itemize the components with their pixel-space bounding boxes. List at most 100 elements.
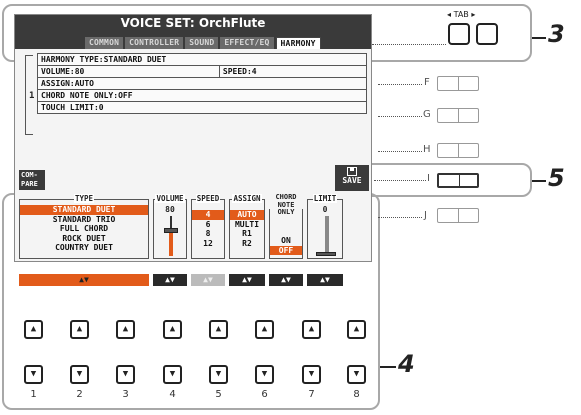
save-button[interactable]: SAVE — [335, 165, 369, 191]
assign-option[interactable]: AUTO — [230, 210, 264, 220]
assign-arrow-bar[interactable]: ▲▼ — [229, 274, 265, 286]
speed-group[interactable]: SPEED 4 6 8 12 — [191, 194, 225, 259]
side-button-f[interactable] — [437, 76, 479, 91]
callout-line-g — [378, 116, 422, 117]
callout-line-4 — [380, 366, 396, 368]
speed-option[interactable]: 4 — [192, 210, 224, 220]
chord-note-only-title: CHORD NOTE ONLY — [270, 193, 302, 217]
limit-title: LIMIT — [312, 194, 338, 203]
down-button-1[interactable]: ▼ — [24, 365, 43, 384]
up-button-7[interactable]: ▲ — [302, 320, 321, 339]
type-option[interactable]: ROCK DUET — [20, 234, 148, 244]
disk-icon — [347, 167, 357, 176]
callout-number-3: 3 — [548, 20, 565, 48]
tab-sound[interactable]: SOUND — [185, 37, 219, 49]
volume-arrow-bar[interactable]: ▲▼ — [153, 274, 187, 286]
side-label-h: H — [423, 144, 431, 155]
down-button-3[interactable]: ▼ — [116, 365, 135, 384]
tab-left-button[interactable] — [448, 23, 470, 45]
down-button-8[interactable]: ▼ — [347, 365, 366, 384]
chord-note-only-cell: CHORD NOTE ONLY:OFF — [37, 89, 367, 102]
up-button-1[interactable]: ▲ — [24, 320, 43, 339]
assign-option[interactable]: R2 — [230, 239, 264, 249]
type-option[interactable]: STANDARD TRIO — [20, 215, 148, 225]
volume-slider-knob[interactable] — [164, 227, 178, 233]
limit-value: 0 — [322, 205, 328, 214]
limit-slider-track[interactable] — [325, 216, 329, 256]
side-button-i[interactable] — [437, 173, 479, 188]
chord-note-only-arrow-bar[interactable]: ▲▼ — [269, 274, 303, 286]
limit-slider-knob[interactable] — [316, 252, 336, 256]
harmony-panel: TYPE STANDARD DUET STANDARD TRIO FULL CH… — [19, 193, 369, 261]
button-number-label: 1 — [30, 389, 37, 400]
down-button-5[interactable]: ▼ — [209, 365, 228, 384]
down-button-6[interactable]: ▼ — [255, 365, 274, 384]
down-button-7[interactable]: ▼ — [302, 365, 321, 384]
tab-common[interactable]: COMMON — [85, 37, 124, 49]
tab-effect-eq[interactable]: EFFECT/EQ — [220, 37, 274, 49]
type-option[interactable]: COUNTRY DUET — [20, 243, 148, 253]
compare-button[interactable]: COM- PARE — [19, 170, 45, 190]
touch-limit-cell: TOUCH LIMIT:0 — [37, 101, 367, 114]
assign-group[interactable]: ASSIGN AUTO MULTI R1 R2 — [229, 194, 265, 259]
side-button-h[interactable] — [437, 143, 479, 158]
tab-controller[interactable]: CONTROLLER — [125, 37, 184, 49]
assign-option[interactable]: MULTI — [230, 220, 264, 230]
speed-arrow-bar[interactable]: ▲▼ — [191, 274, 225, 286]
row-number: 1 — [29, 91, 35, 101]
down-button-4[interactable]: ▼ — [163, 365, 182, 384]
button-number-label: 3 — [122, 389, 129, 400]
tab-left-arrow-icon: ◂ — [447, 10, 452, 19]
type-group[interactable]: TYPE STANDARD DUET STANDARD TRIO FULL CH… — [19, 194, 149, 259]
lcd-screen: VOICE SET: OrchFlute COMMON CONTROLLER S… — [14, 14, 372, 262]
type-arrow-bar[interactable]: ▲▼ — [19, 274, 149, 286]
speed-cell: SPEED:4 — [218, 65, 368, 78]
chord-note-only-group[interactable]: CHORD NOTE ONLY ON OFF — [269, 193, 303, 259]
callout-line-tabs — [372, 44, 446, 45]
type-title: TYPE — [73, 194, 95, 203]
up-button-2[interactable]: ▲ — [70, 320, 89, 339]
callout-line-j — [378, 217, 422, 218]
speed-title: SPEED — [195, 194, 221, 203]
up-button-6[interactable]: ▲ — [255, 320, 274, 339]
button-number-label: 7 — [308, 389, 315, 400]
callout-line-h — [378, 151, 422, 152]
up-button-3[interactable]: ▲ — [116, 320, 135, 339]
up-button-5[interactable]: ▲ — [209, 320, 228, 339]
button-number-label: 2 — [76, 389, 83, 400]
assign-cell: ASSIGN:AUTO — [37, 77, 367, 90]
save-label: SAVE — [342, 176, 362, 185]
speed-option[interactable]: 12 — [192, 239, 224, 249]
down-button-2[interactable]: ▼ — [70, 365, 89, 384]
callout-number-5: 5 — [548, 164, 565, 192]
chord-note-only-option[interactable]: OFF — [270, 245, 302, 255]
side-button-j[interactable] — [437, 208, 479, 223]
callout-line-i — [374, 180, 426, 181]
button-number-label: 4 — [169, 389, 176, 400]
callout-line-3 — [532, 37, 546, 39]
assign-option[interactable]: R1 — [230, 229, 264, 239]
parameter-table: HARMONY TYPE:STANDARD DUET VOLUME:80 SPE… — [37, 53, 368, 114]
tab-harmony[interactable]: HARMONY — [275, 37, 321, 49]
side-label-i: I — [427, 173, 430, 184]
button-number-label: 6 — [261, 389, 268, 400]
volume-title: VOLUME — [155, 194, 185, 203]
up-button-4[interactable]: ▲ — [163, 320, 182, 339]
limit-group[interactable]: LIMIT 0 — [307, 194, 343, 259]
type-option[interactable]: FULL CHORD — [20, 224, 148, 234]
tab-bar: COMMON CONTROLLER SOUND EFFECT/EQ HARMON… — [85, 37, 321, 49]
side-label-g: G — [423, 109, 431, 120]
volume-slider-fill — [169, 230, 173, 256]
tab-right-button[interactable] — [476, 23, 498, 45]
side-button-g[interactable] — [437, 108, 479, 123]
speed-option[interactable]: 8 — [192, 229, 224, 239]
assign-title: ASSIGN — [232, 194, 262, 203]
volume-cell: VOLUME:80 — [37, 65, 220, 78]
limit-arrow-bar[interactable]: ▲▼ — [307, 274, 343, 286]
up-button-8[interactable]: ▲ — [347, 320, 366, 339]
tab-right-arrow-icon: ▸ — [471, 10, 476, 19]
speed-option[interactable]: 6 — [192, 220, 224, 230]
type-option[interactable]: STANDARD DUET — [20, 205, 148, 215]
chord-note-only-option[interactable]: ON — [270, 236, 302, 246]
volume-group[interactable]: VOLUME 80 — [153, 194, 187, 259]
